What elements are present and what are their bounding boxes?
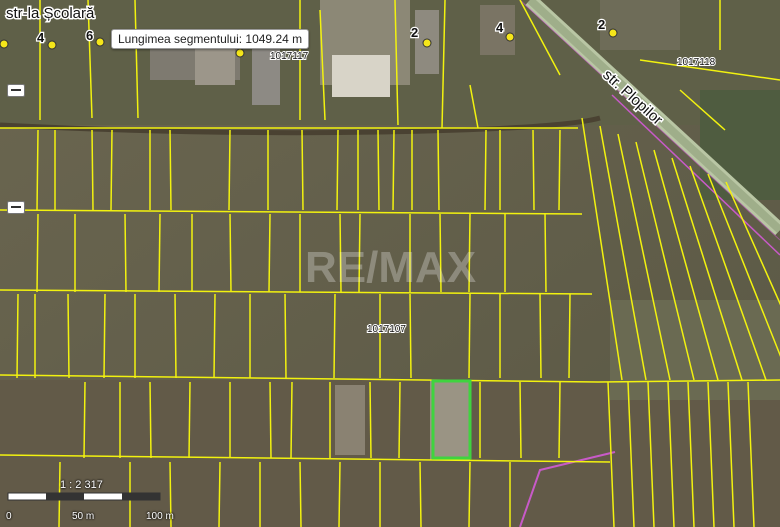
zoom-out-button[interactable] <box>7 201 25 214</box>
parcel-boundary <box>398 381 401 459</box>
house-number: 2 <box>598 17 605 32</box>
street-name: str-la Școlară <box>6 5 95 22</box>
parcel-boundary <box>544 213 547 293</box>
lower-field <box>0 380 780 527</box>
measure-tooltip: Lungimea segmentului: 1049.24 m <box>111 29 310 49</box>
parcel-boundary <box>284 293 287 379</box>
parcel-boundary <box>36 129 39 211</box>
parcel-boundary <box>36 213 39 293</box>
house-number: 2 <box>411 25 418 40</box>
cadastral-id: 1017118 <box>677 57 716 68</box>
parcel-boundary <box>333 293 336 379</box>
parcel-boundary <box>299 461 302 527</box>
light-plot <box>335 385 365 455</box>
parcel-boundary <box>532 129 535 211</box>
minus-icon <box>11 89 21 91</box>
parcel-boundary <box>539 293 542 379</box>
parcel-boundary <box>149 381 152 459</box>
parcel-boundary <box>268 213 271 293</box>
parcel-boundary <box>91 129 94 211</box>
house-number: 4 <box>37 30 45 45</box>
point-marker[interactable] <box>235 48 245 58</box>
parcel-boundary <box>377 129 380 211</box>
parcel-boundary <box>392 129 395 211</box>
parcel-boundary <box>484 129 487 211</box>
parcel-boundary <box>169 129 172 211</box>
parcel-boundary <box>338 461 341 527</box>
watermark-logo: RE/MAX <box>305 243 476 292</box>
parcel-boundary <box>419 461 422 527</box>
zoom-in-button[interactable] <box>7 84 25 97</box>
cadastral-id: 1017117 <box>270 51 309 62</box>
map-canvas[interactable]: 4 6 2 4 2 str-la Școlară str. Plopilor 1… <box>0 0 780 527</box>
parcel-boundary <box>110 129 113 211</box>
light-plot <box>430 380 470 460</box>
parcel-boundary <box>409 293 412 379</box>
parcel-boundary <box>468 293 471 379</box>
house-number: 4 <box>496 20 504 35</box>
parcel-boundary <box>369 381 372 459</box>
parcel-boundary <box>188 381 191 459</box>
scale-label: 0 <box>6 511 12 522</box>
minus-icon <box>11 206 21 208</box>
parcel-boundary <box>124 213 127 293</box>
point-marker[interactable] <box>0 39 9 49</box>
scale-label: 50 m <box>72 511 95 522</box>
point-marker[interactable] <box>47 40 57 50</box>
parcel-boundary <box>174 293 177 379</box>
parcel-boundary <box>558 129 561 211</box>
parcel-boundary <box>468 461 471 527</box>
parcel-boundary <box>437 129 440 211</box>
cadastral-id: 1017107 <box>367 324 406 335</box>
parcel-boundary <box>213 293 216 379</box>
point-marker[interactable] <box>422 38 432 48</box>
house-number: 6 <box>86 28 93 43</box>
point-marker[interactable] <box>95 37 105 47</box>
parcel-boundary <box>336 129 339 211</box>
parcel-boundary <box>229 213 232 293</box>
scale-label: 100 m <box>146 511 174 522</box>
point-marker[interactable] <box>608 28 618 38</box>
cadastral-map[interactable]: 4 6 2 4 2 str-la Școlară str. Plopilor 1… <box>0 0 780 527</box>
point-marker[interactable] <box>505 32 515 42</box>
parcel-boundary <box>301 129 304 211</box>
scale-ratio: 1 : 2 317 <box>60 479 103 491</box>
field-patch <box>610 300 780 400</box>
parcel-boundary <box>228 129 231 211</box>
parcel-boundary <box>67 293 70 379</box>
yard-area <box>600 0 680 50</box>
parcel-boundary <box>519 381 522 459</box>
parcel-boundary <box>218 461 221 527</box>
parcel-boundary <box>269 381 272 459</box>
parcel-boundary <box>16 293 19 379</box>
parcel-boundary <box>290 381 293 459</box>
building-roof-light <box>332 55 390 97</box>
parcel-boundary <box>568 293 571 379</box>
parcel-boundary <box>83 381 86 459</box>
scale-bar <box>7 492 161 501</box>
parcel-boundary <box>158 213 161 293</box>
parcel-boundary <box>558 381 561 459</box>
parcel-boundary <box>103 293 106 379</box>
